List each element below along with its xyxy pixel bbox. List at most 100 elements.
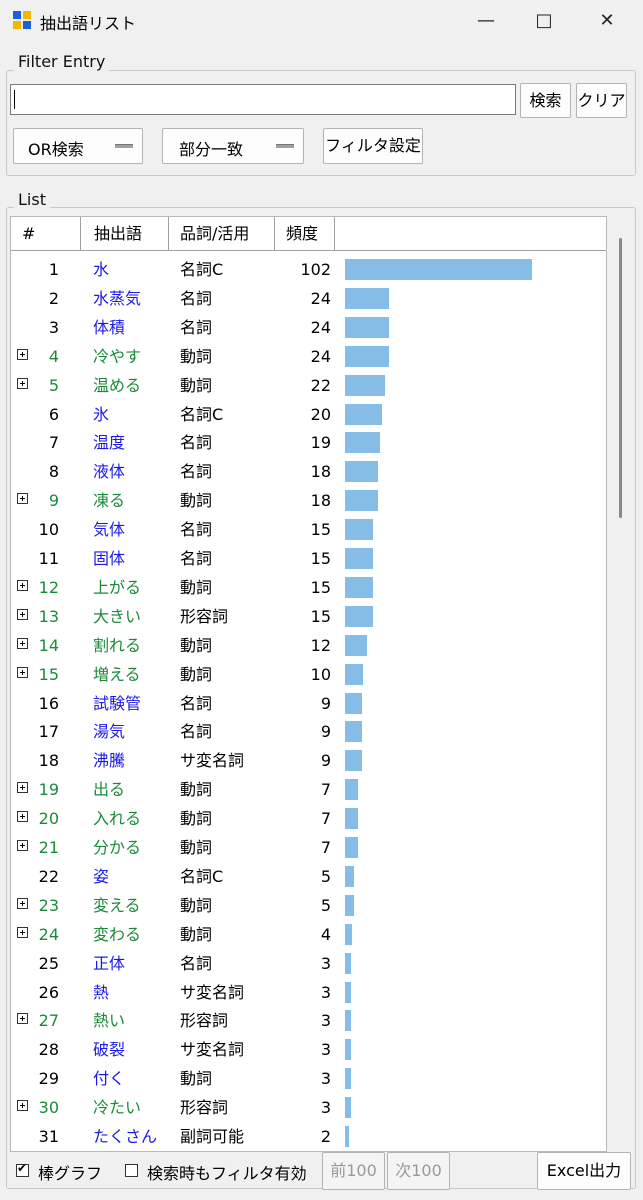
row-frequency: 3 xyxy=(320,982,331,1002)
row-word: 沸騰 xyxy=(93,751,126,771)
column-header-pos[interactable]: 品詞/活用 xyxy=(169,217,275,251)
vertical-scrollbar[interactable] xyxy=(619,238,622,518)
excel-export-button[interactable]: Excel出力 xyxy=(537,1152,631,1190)
expand-icon[interactable] xyxy=(17,840,28,851)
expand-icon[interactable] xyxy=(17,608,28,620)
expand-icon[interactable] xyxy=(17,811,28,823)
list-row[interactable]: 12 上がる 動詞 15 xyxy=(11,573,606,602)
expand-icon[interactable] xyxy=(17,377,28,389)
column-header-graph[interactable] xyxy=(335,217,606,251)
list-row[interactable]: 18 沸騰 サ変名詞 9 xyxy=(11,746,606,775)
list-row[interactable]: 30 冷たい 形容詞 3 xyxy=(11,1093,606,1122)
list-row[interactable]: 16 試験管 名詞 9 xyxy=(11,689,606,718)
list-row[interactable]: 20 入れる 動詞 7 xyxy=(11,804,606,833)
expand-icon[interactable] xyxy=(17,666,28,678)
maximize-icon: □ xyxy=(535,10,553,31)
prev-100-button[interactable]: 前100 xyxy=(322,1152,385,1190)
word-list[interactable]: # 抽出語 品詞/活用 頻度 1 水名詞C 102 2 水蒸気 名詞 24 3 体積 名詞 24 4 冷… xyxy=(10,216,607,1152)
row-number: 4 xyxy=(48,346,59,366)
row-pos: 名詞 xyxy=(180,433,213,453)
row-word: 破裂 xyxy=(93,1040,126,1060)
list-row[interactable]: 15 増える 動詞 10 xyxy=(11,660,606,689)
row-frequency: 3 xyxy=(320,1011,331,1031)
maximize-button[interactable]: □ xyxy=(515,0,573,42)
expand-icon[interactable] xyxy=(17,1100,28,1112)
row-word: 水 xyxy=(93,260,110,279)
list-row[interactable]: 21 分かる 動詞 7 xyxy=(11,833,606,862)
expand-icon[interactable] xyxy=(17,1013,28,1025)
row-frequency: 5 xyxy=(320,866,331,886)
expand-icon[interactable] xyxy=(17,637,28,649)
frequency-bar xyxy=(345,1097,351,1119)
row-pos: 名詞 xyxy=(180,520,213,540)
list-row[interactable]: 11 固体 名詞 15 xyxy=(11,544,606,573)
frequency-bar xyxy=(345,548,373,569)
row-frequency: 24 xyxy=(310,346,331,366)
expand-icon[interactable] xyxy=(17,348,28,360)
minimize-button[interactable]: — xyxy=(457,0,515,42)
column-header-word[interactable]: 抽出語 xyxy=(81,217,169,251)
list-legend: List xyxy=(14,190,50,209)
list-row[interactable]: 26 熱 サ変名詞 3 xyxy=(11,978,606,1007)
list-row[interactable]: 28 破裂 サ変名詞 3 xyxy=(11,1035,606,1064)
clear-button[interactable]: クリア xyxy=(576,83,627,118)
search-input[interactable] xyxy=(10,84,516,115)
list-row[interactable]: 6 氷 名詞C 20 xyxy=(11,400,606,429)
expand-icon[interactable] xyxy=(17,926,28,938)
filter-settings-button[interactable]: フィルタ設定 xyxy=(323,128,423,164)
frequency-bar xyxy=(345,808,358,830)
row-number: 18 xyxy=(38,751,59,771)
list-row[interactable]: 7 温度 名詞 19 xyxy=(11,428,606,457)
row-frequency: 7 xyxy=(320,838,331,857)
bar-graph-checkbox[interactable] xyxy=(16,1161,29,1177)
list-row[interactable]: 22 姿 名詞C 5 xyxy=(11,862,606,891)
list-row[interactable]: 13 大きい 形容詞 15 xyxy=(11,602,606,631)
list-row[interactable]: 23 変える 動詞 5 xyxy=(11,891,606,920)
search-button[interactable]: 検索 xyxy=(520,83,571,118)
list-row[interactable]: 8 液体 名詞 18 xyxy=(11,457,606,486)
list-row[interactable]: 31 たくさん 副詞可能 2 xyxy=(11,1122,606,1151)
frequency-bar xyxy=(345,952,351,974)
list-row[interactable]: 4 冷やす 動詞 24 xyxy=(11,342,606,371)
row-number: 19 xyxy=(38,780,59,800)
list-row[interactable]: 24 変わる 動詞 4 xyxy=(11,920,606,949)
list-row[interactable]: 27 熱い 形容詞 3 xyxy=(11,1006,606,1035)
list-row[interactable]: 19 出る 動詞 7 xyxy=(11,775,606,804)
next-100-button[interactable]: 次100 xyxy=(387,1152,450,1190)
list-row[interactable]: 17 湯気 名詞 9 xyxy=(11,717,606,746)
frequency-bar xyxy=(345,779,358,801)
filter-on-search-checkbox[interactable] xyxy=(125,1164,138,1177)
window-title: 抽出語リスト xyxy=(40,14,137,33)
column-header-number[interactable]: # xyxy=(11,217,81,251)
row-number: 22 xyxy=(38,866,59,886)
expand-icon[interactable] xyxy=(17,579,28,591)
expand-icon[interactable] xyxy=(17,897,28,909)
expand-icon[interactable] xyxy=(17,493,28,505)
expand-icon[interactable] xyxy=(17,782,28,794)
list-row[interactable]: 10 気体 名詞 15 xyxy=(11,515,606,544)
or-search-dropdown[interactable]: OR検索 xyxy=(13,128,143,164)
row-pos: サ変名詞 xyxy=(180,751,245,771)
row-word: 変える xyxy=(93,895,141,915)
list-row[interactable]: 5 温める 動詞 22 xyxy=(11,371,606,400)
list-row[interactable]: 3 体積 名詞 24 xyxy=(11,313,606,342)
row-pos: 動詞 xyxy=(180,635,213,655)
list-row[interactable]: 14 割れる 動詞 12 xyxy=(11,631,606,660)
list-row[interactable]: 25 正体 名詞 3 xyxy=(11,949,606,978)
row-frequency: 12 xyxy=(310,635,331,655)
app-icon xyxy=(13,11,32,30)
list-row[interactable]: 29 付く 動詞 3 xyxy=(11,1064,606,1093)
list-row[interactable]: 9 凍る 動詞 18 xyxy=(11,486,606,515)
list-row[interactable]: 2 水蒸気 名詞 24 xyxy=(11,284,606,313)
partial-match-dropdown[interactable]: 部分一致 xyxy=(162,128,304,164)
close-button[interactable]: ✕ xyxy=(578,0,636,42)
row-number: 27 xyxy=(38,1011,59,1031)
row-word: 上がる xyxy=(93,577,142,597)
list-row[interactable]: 1 水 名詞C 102 xyxy=(11,255,606,284)
column-header-frequency[interactable]: 頻度 xyxy=(275,217,335,251)
row-number: 15 xyxy=(38,664,59,684)
row-pos: 動詞 xyxy=(180,895,213,915)
filter-on-search-label: 検索時もフィルタ有効 xyxy=(147,1164,307,1183)
frequency-bar xyxy=(345,1039,351,1061)
row-frequency: 24 xyxy=(310,317,331,337)
